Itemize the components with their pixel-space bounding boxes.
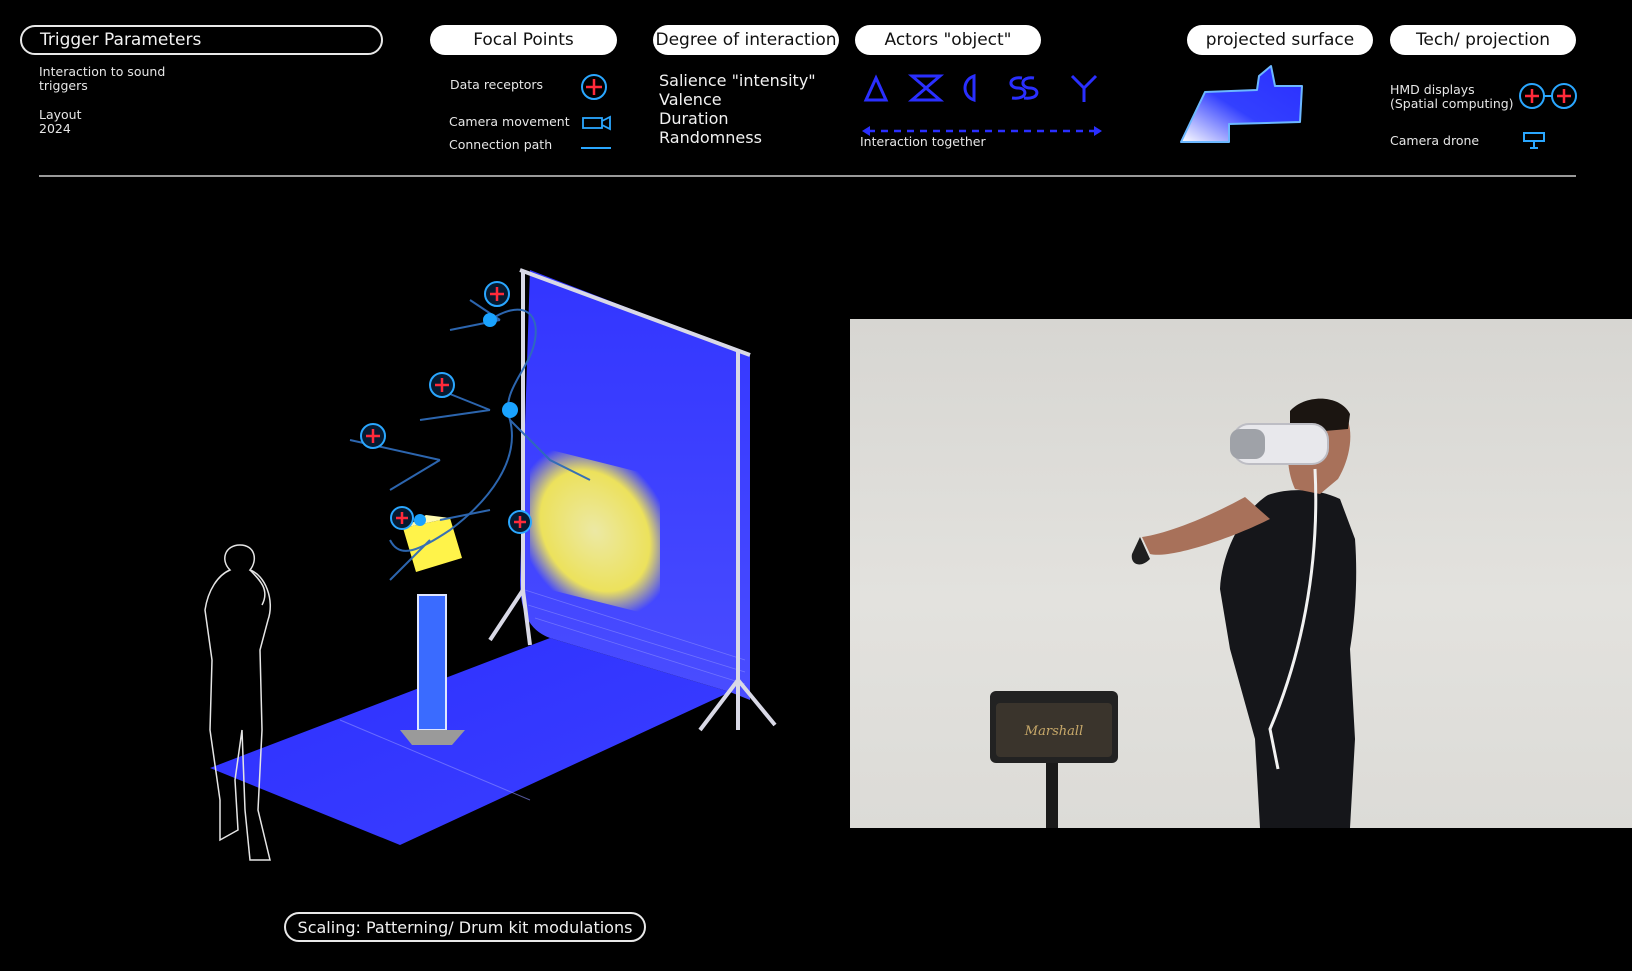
connection-path-icon xyxy=(581,147,611,149)
layout-line-1: Layout xyxy=(39,107,82,122)
actors-title: Actors "object" xyxy=(884,30,1012,50)
degree-item-salience: Salience "intensity" xyxy=(659,71,816,90)
hmd-glasses-icon xyxy=(1519,83,1577,109)
projected-surface-icon xyxy=(1180,65,1303,143)
person-with-headset xyxy=(1131,398,1357,828)
scaling-caption-text: Scaling: Patterning/ Drum kit modulation… xyxy=(297,917,633,937)
trigger-description: Interaction to sound triggers xyxy=(39,65,165,93)
degree-of-interaction-pill: Degree of interaction xyxy=(653,25,839,55)
trigger-line-2: triggers xyxy=(39,78,88,93)
data-receptor-icon xyxy=(581,74,607,100)
tech-projection-pill: Tech/ projection xyxy=(1390,25,1576,55)
camera-movement-icon xyxy=(582,115,611,131)
focal-points-title: Focal Points xyxy=(473,30,574,50)
speaker: Marshall xyxy=(990,691,1118,828)
projected-surface-title: projected surface xyxy=(1205,30,1355,50)
degree-item-valence: Valence xyxy=(659,90,722,109)
focal-points-pill: Focal Points xyxy=(430,25,617,55)
header-divider xyxy=(39,175,1576,177)
layout-label: Layout 2024 xyxy=(39,108,82,136)
focal-item-connection-path: Connection path xyxy=(449,137,553,152)
hmd-displays-label: HMD displays (Spatial computing) xyxy=(1390,83,1514,111)
vr-user-photo: Marshall xyxy=(850,319,1632,828)
trigger-parameters-title: Trigger Parameters xyxy=(40,30,202,50)
installation-diagram xyxy=(204,268,777,861)
camera-drone-icon xyxy=(1523,132,1545,149)
photo-scene: Marshall xyxy=(990,398,1357,828)
trigger-line-1: Interaction to sound xyxy=(39,64,166,79)
hmd-line-1: HMD displays xyxy=(1390,82,1475,97)
focal-item-data-receptors: Data receptors xyxy=(450,77,544,92)
camera-drone-label: Camera drone xyxy=(1390,133,1480,148)
svg-text:Marshall: Marshall xyxy=(1024,724,1083,739)
degree-item-duration: Duration xyxy=(659,109,729,128)
focal-item-camera-movement: Camera movement xyxy=(449,114,570,129)
person-outline xyxy=(204,544,271,861)
layout-line-2: 2024 xyxy=(39,121,71,136)
degree-title: Degree of interaction xyxy=(655,30,837,50)
projected-surface-pill: projected surface xyxy=(1187,25,1373,55)
actor-symbols-icon xyxy=(863,73,1098,103)
tech-projection-title: Tech/ projection xyxy=(1415,30,1551,50)
degree-item-randomness: Randomness xyxy=(659,128,762,147)
trigger-parameters-pill: Trigger Parameters xyxy=(20,25,383,55)
hmd-line-2: (Spatial computing) xyxy=(1390,96,1514,111)
degree-list: Salience "intensity" Valence Duration Ra… xyxy=(659,71,816,147)
scaling-caption: Scaling: Patterning/ Drum kit modulation… xyxy=(284,912,646,942)
interaction-together-label: Interaction together xyxy=(860,134,986,149)
actors-object-pill: Actors "object" xyxy=(855,25,1041,55)
projected-floor xyxy=(210,638,730,845)
